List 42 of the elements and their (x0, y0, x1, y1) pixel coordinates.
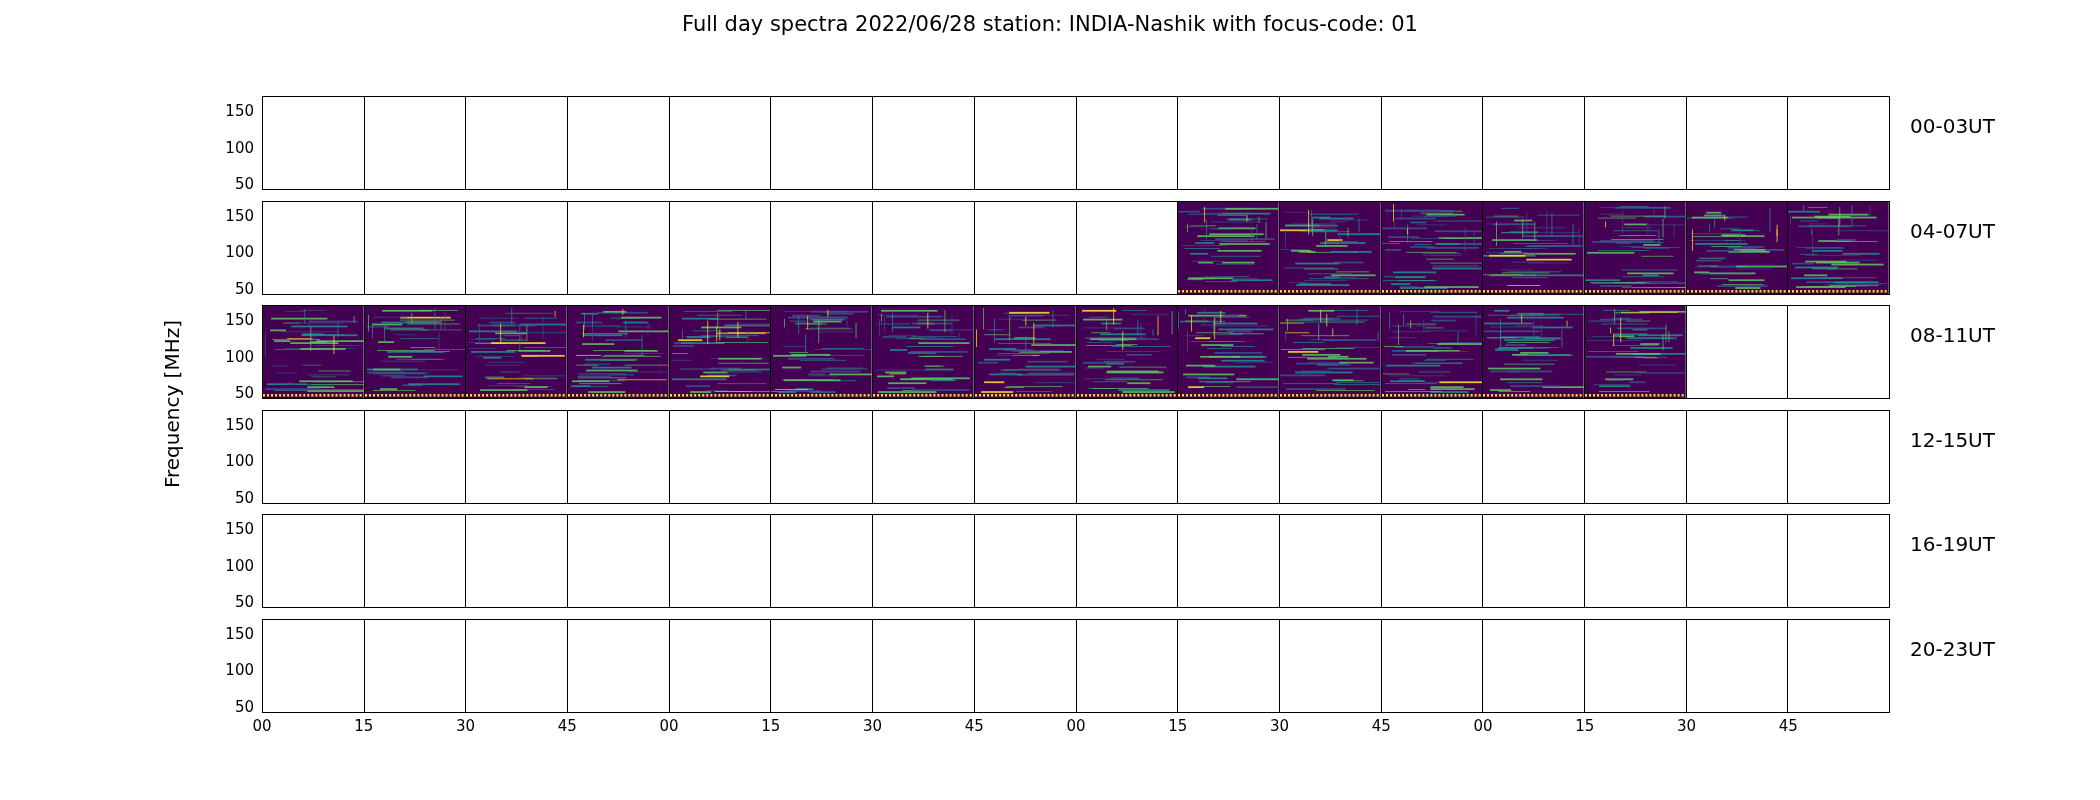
figure-title: Full day spectra 2022/06/28 station: INDIA-Nashik with focus-code: 01 (681, 11, 1419, 38)
tick-label: 100 (225, 349, 254, 365)
tick-label: 15 (761, 716, 781, 735)
tick-label: 100 (225, 662, 254, 678)
tick-label: 50 (234, 385, 254, 401)
tick-label: 00 (659, 716, 679, 735)
tick-label: 50 (234, 699, 254, 715)
tick-label: 150 (225, 626, 254, 642)
row-label: 04-07UT (1910, 218, 1995, 243)
tick-label: 150 (225, 103, 254, 119)
tick-label: 30 (1269, 716, 1290, 735)
tick-label: 45 (964, 716, 984, 735)
tick-label: 100 (225, 140, 254, 156)
tick-label: 30 (455, 716, 476, 735)
tick-label: 50 (234, 176, 254, 192)
tick-label: 50 (234, 281, 254, 297)
axis-label: Frequency [MHz] (160, 320, 184, 489)
tick-label: 45 (1778, 716, 1798, 735)
tick-label: 45 (1371, 716, 1391, 735)
tick-label: 150 (225, 312, 254, 328)
tick-label: 00 (252, 716, 272, 735)
tick-label: 00 (1066, 716, 1086, 735)
tick-label: 100 (225, 244, 254, 260)
tick-label: 150 (225, 417, 254, 433)
tick-label: 00 (1473, 716, 1493, 735)
row-label: 00-03UT (1910, 114, 1995, 138)
tick-label: 30 (1676, 716, 1697, 735)
tick-label: 15 (1168, 716, 1188, 735)
tick-label: 150 (225, 208, 254, 224)
tick-label: 50 (234, 490, 254, 506)
tick-label: 150 (225, 521, 254, 537)
row-label: 08-11UT (1910, 323, 1995, 347)
row-label: 16-19UT (1910, 532, 1995, 556)
tick-label: 50 (234, 594, 254, 610)
tick-label: 15 (1575, 716, 1595, 735)
tick-label: 45 (557, 716, 577, 735)
row-label: 20-23UT (1910, 636, 1995, 661)
row-label: 12-15UT (1910, 427, 1995, 452)
tick-label: 100 (225, 453, 254, 469)
tick-label: 30 (862, 716, 883, 735)
tick-label: 15 (354, 716, 374, 735)
tick-label: 100 (225, 558, 254, 574)
